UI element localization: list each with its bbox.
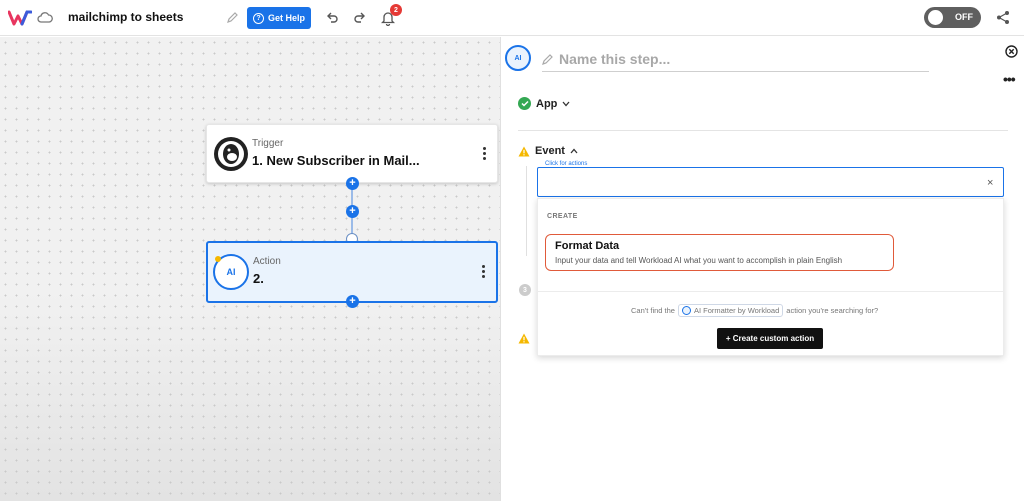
cant-find-prefix: Can't find the: [631, 306, 675, 315]
workload-logo-icon[interactable]: [8, 9, 32, 27]
pencil-icon[interactable]: [226, 11, 239, 24]
action-subtitle: Action: [253, 256, 281, 267]
action-node[interactable]: AI Action 2.: [206, 241, 498, 303]
action-title: 2.: [253, 271, 264, 286]
chevron-up-icon: [570, 148, 578, 154]
event-section-header[interactable]: Event: [518, 145, 578, 157]
event-field-label: Click for actions: [542, 161, 591, 167]
step-number-badge: 3: [519, 284, 531, 296]
app-section-header[interactable]: App: [518, 97, 570, 110]
add-step-below-button[interactable]: +: [346, 295, 359, 308]
redo-icon[interactable]: [353, 11, 367, 25]
cloud-icon: [37, 12, 53, 23]
warning-dot: [215, 256, 221, 262]
action-icon-text: AI: [226, 267, 236, 277]
step-app-icon: AI: [505, 45, 531, 71]
get-help-button[interactable]: ? Get Help: [247, 7, 311, 29]
flow-title: mailchimp to sheets: [68, 10, 184, 24]
flow-on-off-toggle[interactable]: OFF: [924, 7, 981, 28]
dropdown-section-label: CREATE: [547, 213, 578, 220]
option-description: Input your data and tell Workload AI wha…: [555, 256, 843, 265]
event-section-line: [526, 166, 527, 256]
action-menu-icon[interactable]: [482, 265, 486, 279]
share-icon[interactable]: [996, 10, 1010, 25]
mailchimp-icon: [214, 137, 248, 171]
trigger-subtitle: Trigger: [252, 138, 284, 149]
undo-icon[interactable]: [325, 11, 339, 25]
create-custom-action-button[interactable]: + Create custom action: [717, 328, 823, 349]
warning-icon: [518, 333, 530, 344]
event-search-input[interactable]: [537, 167, 1004, 197]
toggle-label: OFF: [955, 12, 973, 22]
trigger-title: 1. New Subscriber in Mail...: [252, 153, 420, 168]
warning-icon: [518, 146, 530, 156]
step-name-underline: [542, 71, 929, 72]
pencil-icon: [542, 54, 553, 65]
toggle-knob: [928, 10, 943, 25]
ai-formatter-icon: [681, 306, 691, 315]
trigger-node[interactable]: Trigger 1. New Subscriber in Mail...: [206, 124, 498, 183]
dropdown-divider: [537, 291, 1004, 292]
check-icon: [518, 97, 531, 110]
top-bar: mailchimp to sheets ? Get Help 2 OFF: [0, 0, 1024, 36]
question-icon: ?: [252, 12, 264, 24]
section-divider: [518, 130, 1008, 131]
trigger-menu-icon[interactable]: [483, 147, 487, 161]
app-chip-label: AI Formatter by Workload: [693, 306, 780, 315]
add-path-button[interactable]: +: [346, 177, 359, 190]
clear-icon[interactable]: ×: [987, 177, 993, 189]
step-name-input[interactable]: Name this step...: [559, 51, 670, 67]
event-label: Event: [535, 145, 565, 157]
app-chip: AI Formatter by Workload: [677, 304, 784, 317]
close-icon[interactable]: [1005, 45, 1018, 58]
option-title: Format Data: [555, 240, 620, 252]
add-step-button[interactable]: +: [346, 205, 359, 218]
app-label: App: [536, 97, 558, 110]
panel-icon-text: AI: [514, 54, 522, 62]
cant-find-suffix: action you're searching for?: [786, 306, 879, 315]
chevron-down-icon: [562, 101, 570, 106]
notification-badge: 2: [390, 4, 402, 16]
get-help-label: Get Help: [267, 13, 305, 23]
cant-find-hint: Can't find the AI Formatter by Workload …: [631, 304, 878, 317]
more-options-icon[interactable]: •••: [1003, 72, 1016, 86]
